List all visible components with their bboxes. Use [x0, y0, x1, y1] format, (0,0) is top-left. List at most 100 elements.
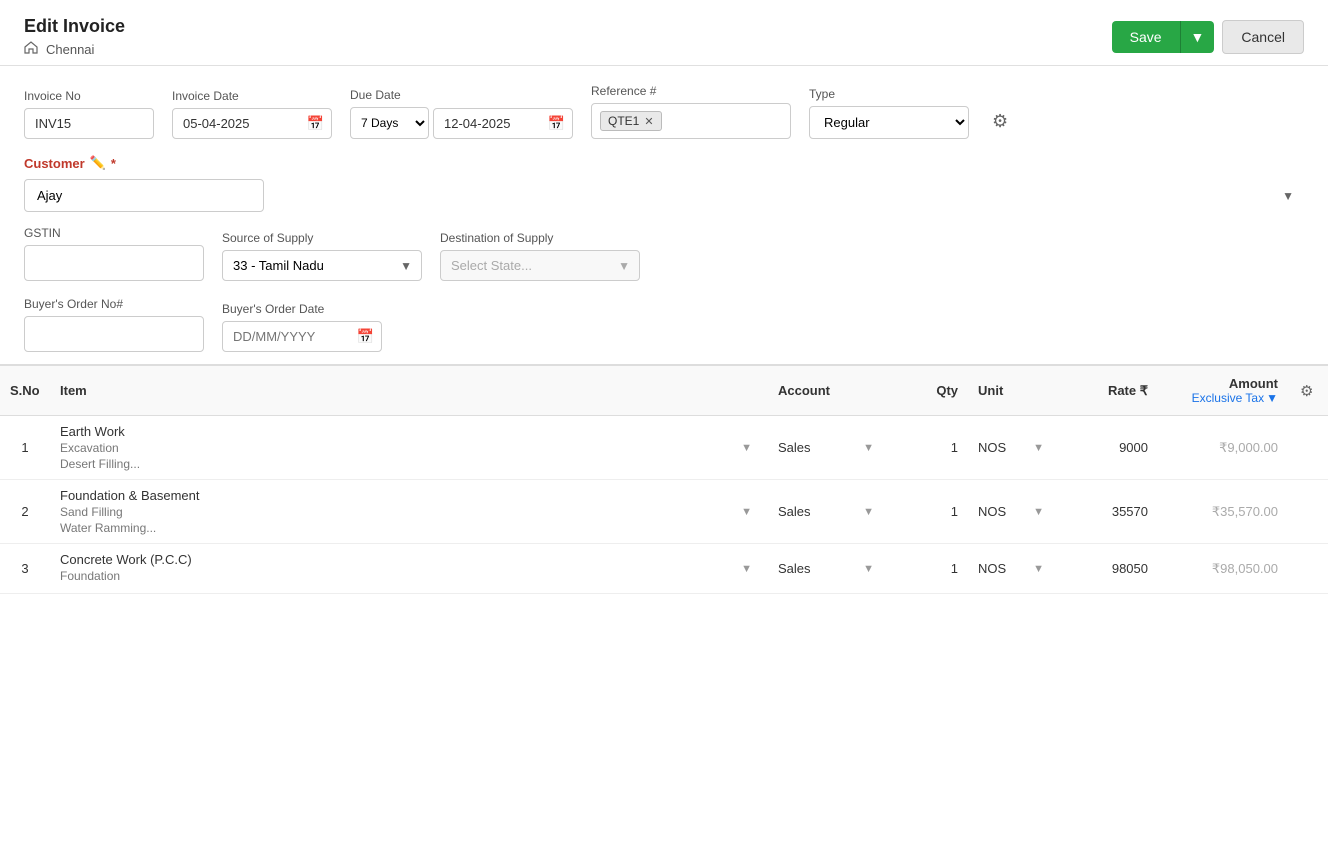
- row2-amount: ₹35,570.00: [1158, 480, 1288, 544]
- row1-item-chevron-icon: ▼: [741, 442, 752, 454]
- settings-group: ⚙: [987, 106, 1013, 137]
- buyer-order-no-label: Buyer's Order No#: [24, 297, 204, 311]
- table-row: 3 Concrete Work (P.C.C) Foundation ▼: [0, 544, 1328, 594]
- row1-item-content[interactable]: Earth Work Excavation Desert Filling...: [60, 424, 158, 471]
- customer-section: Customer ✏️ * Ajay ▼: [24, 155, 1304, 212]
- header-left: Edit Invoice Chennai: [24, 16, 125, 57]
- customer-select-chevron-icon: ▼: [1282, 189, 1294, 203]
- row2-qty-input[interactable]: [898, 504, 958, 519]
- row2-item-name: Foundation & Basement: [60, 488, 199, 503]
- row2-item-select-wrap: Foundation & Basement Sand Filling Water…: [60, 488, 758, 535]
- row2-unit-text[interactable]: NOS: [978, 504, 1006, 519]
- gstin-row: GSTIN Source of Supply 33 - Tamil Nadu ▼…: [24, 226, 1304, 281]
- source-select-wrap: 33 - Tamil Nadu ▼: [222, 250, 422, 281]
- row1-unit-text[interactable]: NOS: [978, 440, 1006, 455]
- due-date-input-wrap: 7 Days 15 Days 30 Days 📅: [350, 107, 573, 139]
- customer-select[interactable]: Ajay: [24, 179, 264, 212]
- row1-qty: [888, 416, 968, 480]
- amount-col-label: Amount: [1229, 376, 1278, 391]
- save-button-group: Save ▼: [1112, 21, 1215, 53]
- row3-rate: [1058, 544, 1158, 594]
- row2-account: Sales ▼: [768, 480, 888, 544]
- settings-gear-button[interactable]: ⚙: [987, 106, 1013, 137]
- row3-account-chevron-icon: ▼: [863, 563, 874, 575]
- row1-account-text[interactable]: Sales: [778, 440, 811, 455]
- row1-unit-select-wrap: NOS ▼: [978, 440, 1048, 455]
- row3-item-select-wrap: Concrete Work (P.C.C) Foundation ▼: [60, 552, 758, 585]
- row3-unit-select-wrap: NOS ▼: [978, 561, 1048, 576]
- col-sno: S.No: [0, 366, 50, 416]
- dest-supply-select[interactable]: Select State...: [440, 250, 640, 281]
- exclusive-tax-text: Exclusive Tax: [1192, 391, 1264, 405]
- reference-label: Reference #: [591, 84, 791, 98]
- row1-account: Sales ▼: [768, 416, 888, 480]
- buyer-order-date-input-wrap: 📅: [222, 321, 382, 352]
- customer-label: Customer ✏️ *: [24, 155, 1304, 171]
- row3-account-text[interactable]: Sales: [778, 561, 811, 576]
- row1-qty-input[interactable]: [898, 440, 958, 455]
- customer-label-text: Customer: [24, 156, 85, 171]
- source-supply-label: Source of Supply: [222, 231, 422, 245]
- buyer-order-no-input[interactable]: [24, 316, 204, 352]
- invoice-date-group: Invoice Date 📅: [172, 89, 332, 139]
- col-account: Account: [768, 366, 888, 416]
- row1-actions: [1288, 416, 1328, 480]
- dest-select-wrap: Select State... ▼: [440, 250, 640, 281]
- reference-tag: QTE1 ✕: [600, 111, 662, 131]
- header-location: Chennai: [24, 41, 125, 57]
- row3-item-chevron-icon: ▼: [741, 563, 752, 575]
- type-label: Type: [809, 87, 969, 101]
- customer-required-star: *: [111, 156, 116, 171]
- form-area: Invoice No Invoice Date 📅 Due Date 7 Day…: [0, 66, 1328, 352]
- row3-qty: [888, 544, 968, 594]
- items-table-wrap: S.No Item Account Qty Unit Rate ₹ Amount…: [0, 364, 1328, 594]
- invoice-fields-row: Invoice No Invoice Date 📅 Due Date 7 Day…: [24, 84, 1304, 139]
- row3-unit-chevron-icon: ▼: [1033, 563, 1044, 575]
- buyer-order-date-group: Buyer's Order Date 📅: [222, 302, 382, 352]
- save-button[interactable]: Save: [1112, 21, 1180, 53]
- row1-rate-input[interactable]: [1068, 440, 1148, 455]
- cancel-button[interactable]: Cancel: [1222, 20, 1304, 54]
- location-name: Chennai: [46, 42, 94, 57]
- row3-qty-input[interactable]: [898, 561, 958, 576]
- due-date-calendar-icon[interactable]: 📅: [548, 115, 565, 132]
- reference-input-wrap[interactable]: QTE1 ✕: [591, 103, 791, 139]
- row1-item-select-wrap: Earth Work Excavation Desert Filling... …: [60, 424, 758, 471]
- due-date-date-wrap: 📅: [433, 108, 573, 139]
- row3-unit-text[interactable]: NOS: [978, 561, 1006, 576]
- source-supply-select[interactable]: 33 - Tamil Nadu: [222, 250, 422, 281]
- customer-select-wrap: Ajay ▼: [24, 179, 1304, 212]
- row2-account-chevron-icon: ▼: [863, 506, 874, 518]
- exclusive-tax-link[interactable]: Exclusive Tax ▼: [1192, 391, 1278, 405]
- gstin-label: GSTIN: [24, 226, 204, 240]
- reference-tag-close[interactable]: ✕: [644, 115, 653, 128]
- col-unit: Unit: [968, 366, 1058, 416]
- row3-item-content[interactable]: Concrete Work (P.C.C) Foundation: [60, 552, 210, 585]
- save-dropdown-button[interactable]: ▼: [1180, 21, 1215, 53]
- row2-account-select-wrap: Sales ▼: [778, 504, 878, 519]
- row1-account-select-wrap: Sales ▼: [778, 440, 878, 455]
- header-actions: Save ▼ Cancel: [1112, 20, 1304, 54]
- due-date-group: Due Date 7 Days 15 Days 30 Days 📅: [350, 88, 573, 139]
- due-days-select[interactable]: 7 Days 15 Days 30 Days: [350, 107, 429, 139]
- row2-rate-input[interactable]: [1068, 504, 1148, 519]
- table-row: 1 Earth Work Excavation Desert Filling..…: [0, 416, 1328, 480]
- row2-account-text[interactable]: Sales: [778, 504, 811, 519]
- type-select[interactable]: Regular Export SEZ: [809, 106, 969, 139]
- row1-item: Earth Work Excavation Desert Filling... …: [50, 416, 768, 480]
- due-date-label: Due Date: [350, 88, 573, 102]
- gstin-input[interactable]: [24, 245, 204, 281]
- row2-item-content[interactable]: Foundation & Basement Sand Filling Water…: [60, 488, 217, 535]
- table-settings-gear-button[interactable]: ⚙: [1298, 380, 1315, 402]
- row3-amount-value: ₹98,050.00: [1212, 561, 1278, 576]
- row3-sno: 3: [0, 544, 50, 594]
- invoice-date-input-wrap: 📅: [172, 108, 332, 139]
- col-gear: ⚙: [1288, 366, 1328, 416]
- invoice-no-input[interactable]: [24, 108, 154, 139]
- invoice-date-calendar-icon[interactable]: 📅: [307, 115, 324, 132]
- row1-unit-chevron-icon: ▼: [1033, 442, 1044, 454]
- buyer-order-date-calendar-icon[interactable]: 📅: [357, 328, 374, 345]
- customer-edit-icon[interactable]: ✏️: [90, 155, 106, 171]
- row3-item-desc1: Foundation: [60, 569, 192, 583]
- row3-rate-input[interactable]: [1068, 561, 1148, 576]
